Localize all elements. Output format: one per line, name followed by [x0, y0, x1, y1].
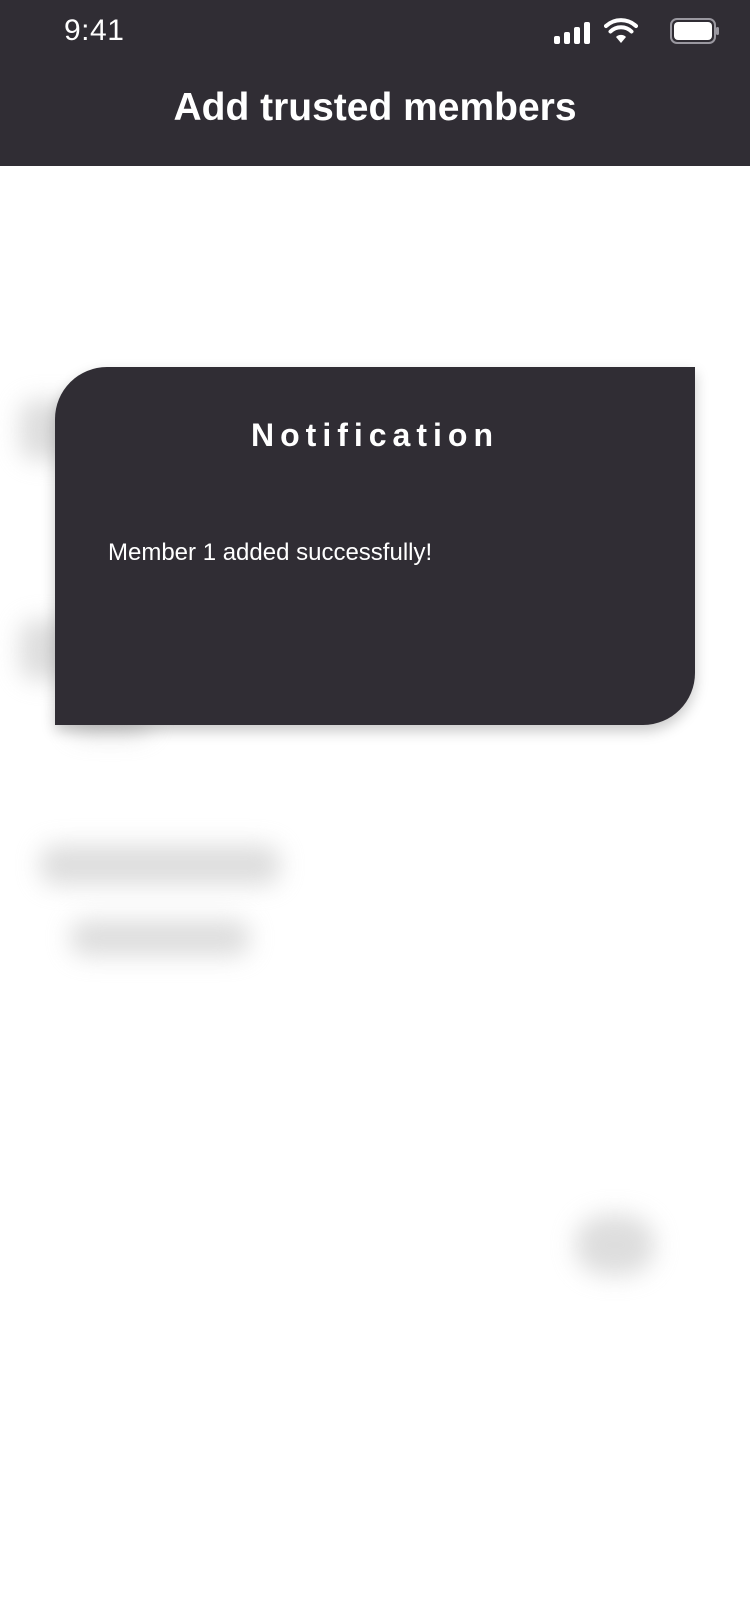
battery-icon	[670, 18, 719, 44]
app-header: 9:41 Add trusted members	[0, 0, 750, 166]
blurred-content	[70, 920, 250, 956]
wifi-icon	[604, 18, 638, 43]
notification-dialog: Notification Member 1 added successfully…	[55, 367, 695, 725]
blurred-content	[575, 1215, 655, 1275]
status-icons	[520, 16, 720, 46]
dialog-title: Notification	[251, 417, 499, 453]
signal-icon	[554, 22, 590, 44]
status-time: 9:41	[64, 14, 125, 47]
blurred-content	[40, 845, 280, 885]
page-title: Add trusted members	[173, 86, 577, 129]
dialog-message: Member 1 added successfully!	[108, 539, 433, 566]
